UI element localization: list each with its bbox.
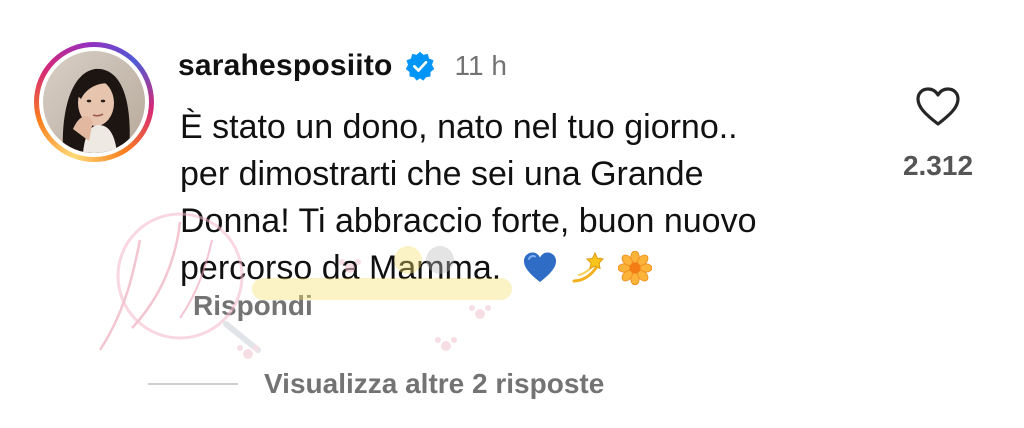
view-replies-row[interactable]: Visualizza altre 2 risposte [148,364,604,404]
dizzy-star-icon [572,251,605,283]
comment-text-line: Donna! Ti abbraccio forte, buon nuovo [180,202,757,240]
like-control: 2.312 [888,86,988,182]
like-count: 2.312 [902,150,974,181]
blossom-icon [617,251,652,285]
avatar-story-ring[interactable] [34,42,154,162]
comment-text-line: percorso da Mamma. [180,249,502,287]
replies-divider-line [148,383,238,385]
comment-timestamp: 11 h [454,50,507,81]
comment-text: È stato un dono, nato nel tuo giorno.. p… [180,104,880,292]
comment-text-line: È stato un dono, nato nel tuo giorno.. [180,108,738,146]
username[interactable]: sarahesposiito [178,49,393,83]
avatar[interactable] [43,51,145,153]
instagram-comment: sarahesposiito 11 h È stato un dono, nat… [0,0,1024,428]
comment-text-line-last: percorso da Mamma. [180,245,880,292]
comment-text-line: per dimostrarti che sei una Grande [180,155,704,193]
comment-header: sarahesposiito 11 h [178,46,507,86]
blue-heart-icon [523,252,556,282]
view-replies-button[interactable]: Visualizza altre 2 risposte [264,368,604,400]
verified-badge-icon [405,51,434,81]
reply-button[interactable]: Rispondi [193,290,313,322]
heart-icon[interactable] [915,86,961,128]
avatar-ring-gap [39,47,149,157]
